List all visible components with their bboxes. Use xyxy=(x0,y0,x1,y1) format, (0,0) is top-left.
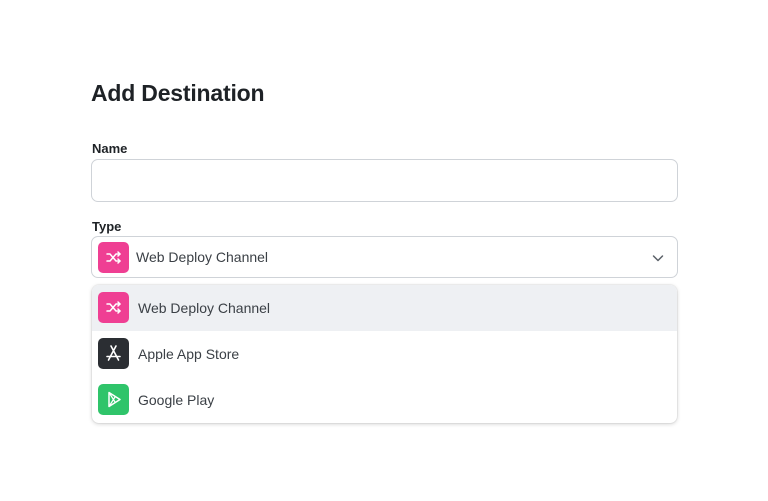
app-store-icon xyxy=(98,338,129,369)
type-dropdown-menu: Web Deploy Channel Apple App Store Googl… xyxy=(92,285,677,423)
chevron-down-icon xyxy=(652,255,664,262)
option-web-deploy-channel[interactable]: Web Deploy Channel xyxy=(92,285,677,331)
type-label: Type xyxy=(92,219,122,234)
type-select[interactable]: Web Deploy Channel xyxy=(91,236,678,278)
option-label: Google Play xyxy=(138,392,215,408)
name-label: Name xyxy=(92,141,128,156)
select-value: Web Deploy Channel xyxy=(136,249,269,265)
option-apple-app-store[interactable]: Apple App Store xyxy=(92,331,677,377)
shuffle-icon xyxy=(98,292,129,323)
name-input[interactable] xyxy=(91,159,678,202)
option-label: Apple App Store xyxy=(138,346,240,362)
play-icon xyxy=(98,384,129,415)
shuffle-icon xyxy=(98,242,129,273)
option-google-play[interactable]: Google Play xyxy=(92,377,677,423)
page-title: Add Destination xyxy=(91,80,265,106)
option-label: Web Deploy Channel xyxy=(138,300,271,316)
